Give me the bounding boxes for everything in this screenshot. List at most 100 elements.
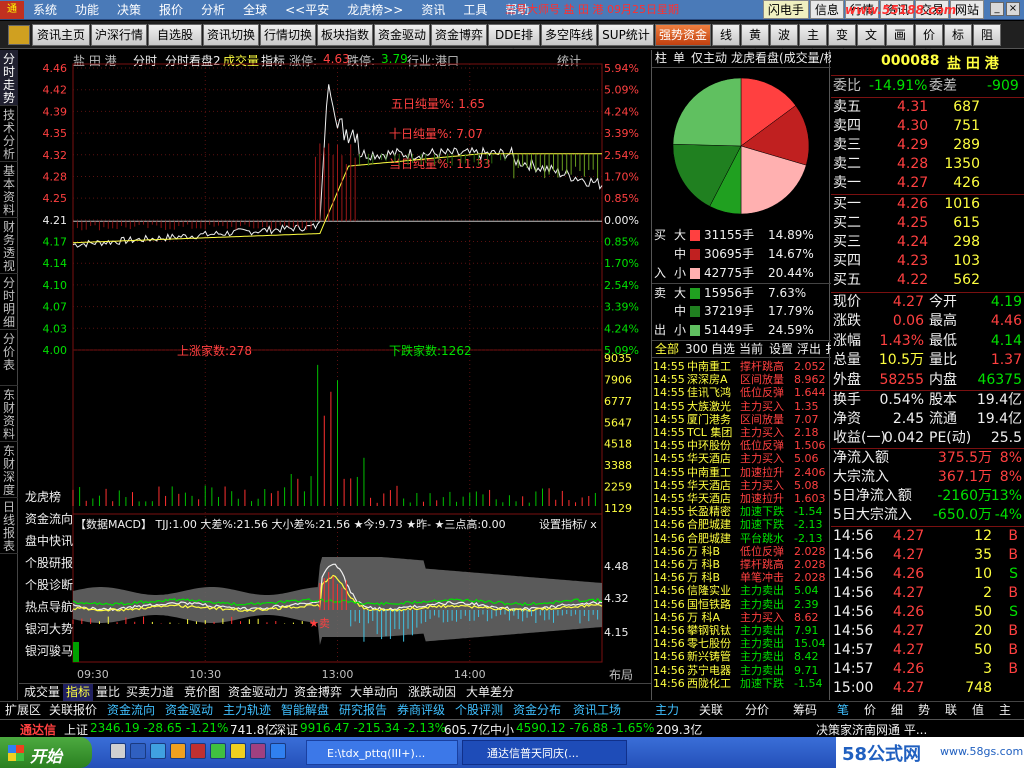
toolbar-button[interactable]: 价格	[915, 24, 943, 62]
quote-bottom-tab[interactable]: 势	[915, 702, 933, 719]
vertical-tab[interactable]: 分时明细	[0, 274, 18, 330]
extension-tab[interactable]: 主力轨迹	[220, 702, 274, 719]
toolbar-button[interactable]: 文字	[857, 24, 885, 62]
extension-tab[interactable]: 个股评测	[452, 702, 506, 719]
alert-row[interactable]: 14:55 中南重工 加速拉升 2.406	[652, 466, 831, 479]
toolbar-button[interactable]: SUP统计	[598, 24, 654, 46]
money-flow-tab[interactable]: 仅主动	[688, 50, 730, 67]
asks-row[interactable]: 卖二 4.28 1350	[831, 155, 1024, 174]
toolbar-button[interactable]: 资金驱动	[374, 24, 430, 46]
toolbar-button[interactable]: 板块指数	[317, 24, 373, 46]
quote-bottom-tab[interactable]: 价	[861, 702, 879, 719]
toolbar-button[interactable]: 线段	[712, 24, 740, 62]
money-flow-tab[interactable]: 单	[670, 50, 688, 67]
side-menu-item[interactable]: 银河大势	[19, 618, 75, 640]
vertical-tab[interactable]: 东财深度	[0, 442, 18, 498]
asks-row[interactable]: 卖三 4.29 289	[831, 136, 1024, 155]
toolbar-button[interactable]: 标价	[944, 24, 972, 62]
quick-launch-icon[interactable]	[250, 743, 266, 759]
alert-list-tab[interactable]: 当前	[736, 341, 766, 358]
indicator-tab[interactable]: 指标	[63, 684, 94, 701]
toolbar-button[interactable]: 沪深行情	[91, 24, 147, 46]
alert-row[interactable]: 14:56 万 科B 撑杆跳高 2.028	[652, 558, 831, 571]
menu-item[interactable]: 工具	[454, 0, 496, 20]
alert-row[interactable]: 14:56 信隆实业 主力卖出 5.04	[652, 584, 831, 597]
taskbar-window-tdx[interactable]: 通达信普天同庆(...	[462, 740, 627, 765]
quote-bottom-tab[interactable]: 值	[969, 702, 987, 719]
alert-row[interactable]: 14:55 华天酒店 主力买入 5.06	[652, 452, 831, 465]
alert-list-tab[interactable]: 设置	[766, 341, 796, 358]
alert-list-tab[interactable]: 300	[682, 341, 711, 358]
quick-launch-icon[interactable]	[230, 743, 246, 759]
menu-item[interactable]: 全球	[234, 0, 276, 20]
indicator-tab[interactable]: 资金驱动力	[225, 684, 291, 701]
menu-item[interactable]: 功能	[66, 0, 108, 20]
side-menu-item[interactable]: 资金流向	[19, 508, 75, 530]
alert-row[interactable]: 14:56 攀钢钒钛 主力卖出 7.91	[652, 624, 831, 637]
intraday-chart[interactable]: 盐 田 港 分时 分时看盘2 成交量 指标 涨停: 4.63 跌停: 3.79 …	[19, 50, 651, 700]
alert-row[interactable]: 14:56 西陇化工 加速下跌 -1.54	[652, 677, 831, 690]
vertical-tab[interactable]: 基本资料	[0, 162, 18, 218]
toolbar-button[interactable]: 多空阵线	[541, 24, 597, 46]
macd-settings-button[interactable]: 设置指标/ x	[539, 516, 597, 532]
menu-item[interactable]: 龙虎榜>>	[338, 0, 412, 20]
alert-row[interactable]: 14:55 中南重工 撑杆跳高 2.052	[652, 360, 831, 373]
alert-list-tab[interactable]: 全部	[652, 341, 682, 358]
indicator-tab[interactable]: 大单动向	[347, 684, 401, 701]
toolbar-button[interactable]: 画图	[886, 24, 914, 62]
side-menu-item[interactable]: 热点导航	[19, 596, 75, 618]
vertical-tab[interactable]: 日线报表	[0, 498, 18, 554]
side-menu-item[interactable]: 银河骏马	[19, 640, 75, 662]
money-flow-bottom-tab[interactable]: 主力	[652, 702, 682, 719]
alert-row[interactable]: 14:56 国恒铁路 主力卖出 2.39	[652, 598, 831, 611]
indicator-tab[interactable]: 量比	[93, 684, 123, 701]
quick-menu-item[interactable]: 闪电手	[762, 0, 809, 19]
menu-item[interactable]: 分析	[192, 0, 234, 20]
indicator-tab[interactable]: 资金搏弈	[291, 684, 345, 701]
alert-row[interactable]: 14:55 华天酒店 加速拉升 1.603	[652, 492, 831, 505]
toolbar-lock-icon[interactable]	[8, 25, 30, 45]
toolbar-button[interactable]: 资讯切换	[203, 24, 259, 46]
menu-item[interactable]: <<平安	[276, 0, 338, 20]
indicator-tab[interactable]: 竞价图	[181, 684, 223, 701]
extension-tab[interactable]: 资金分布	[510, 702, 564, 719]
extension-tab[interactable]: 券商评级	[394, 702, 448, 719]
quick-launch-icon[interactable]	[150, 743, 166, 759]
alert-row[interactable]: 14:56 合肥城建 平台跳水 -2.13	[652, 532, 831, 545]
asks-row[interactable]: 卖五 4.31 687	[831, 98, 1024, 117]
quick-launch-icon[interactable]	[190, 743, 206, 759]
extension-tab[interactable]: 资金驱动	[162, 702, 216, 719]
alert-row[interactable]: 14:56 零七股份 主力卖出 15.04	[652, 637, 831, 650]
toolbar-button[interactable]: 资金博弈	[431, 24, 487, 46]
toolbar-button[interactable]: 自选股	[148, 24, 202, 46]
close-icon[interactable]: ×	[1006, 2, 1020, 16]
minimize-icon[interactable]: _	[990, 2, 1004, 16]
alert-row[interactable]: 14:56 万 科A 主力买入 8.62	[652, 611, 831, 624]
alert-row[interactable]: 14:55 佳讯飞鸿 低位反弹 1.644	[652, 386, 831, 399]
vertical-tab[interactable]: 分价表	[0, 330, 18, 386]
alert-row[interactable]: 14:55 中环股份 低位反弹 1.506	[652, 439, 831, 452]
alert-row[interactable]: 14:56 万 科B 单笔冲击 2.028	[652, 571, 831, 584]
vertical-tab[interactable]: 技术分析	[0, 106, 18, 162]
alert-row[interactable]: 14:55 长盈精密 加速下跌 -1.54	[652, 505, 831, 518]
alert-list-tab[interactable]: 自选	[708, 341, 738, 358]
asks-row[interactable]: 卖一 4.27 426	[831, 174, 1024, 193]
alert-row[interactable]: 14:56 苏宁电器 主力卖出 9.71	[652, 664, 831, 677]
alert-row[interactable]: 14:55 TCL 集团 主力买入 2.18	[652, 426, 831, 439]
quick-launch-icon[interactable]	[270, 743, 286, 759]
toolbar-button[interactable]: 变波	[828, 24, 856, 62]
extension-tab[interactable]: 资金流向	[104, 702, 158, 719]
layout-button[interactable]: 布局	[609, 666, 633, 683]
asks-row[interactable]: 卖四 4.30 751	[831, 117, 1024, 136]
alert-row[interactable]: 14:56 合肥城建 加速下跌 -2.13	[652, 518, 831, 531]
toolbar-button[interactable]: 黄金	[741, 24, 769, 62]
toolbar-button[interactable]: 资讯主页	[32, 24, 90, 46]
quote-bottom-tab[interactable]: 联	[942, 702, 960, 719]
toolbar-button[interactable]: DDE排名	[488, 24, 540, 62]
quick-launch-icon[interactable]	[130, 743, 146, 759]
toolbar-button[interactable]: 强势资金	[655, 24, 711, 46]
alert-list-tab[interactable]: 浮出	[794, 341, 824, 358]
toolbar-button[interactable]: 波段	[770, 24, 798, 62]
quote-bottom-tab[interactable]: 主	[996, 702, 1014, 719]
quick-menu-item[interactable]: 信息	[809, 0, 844, 19]
